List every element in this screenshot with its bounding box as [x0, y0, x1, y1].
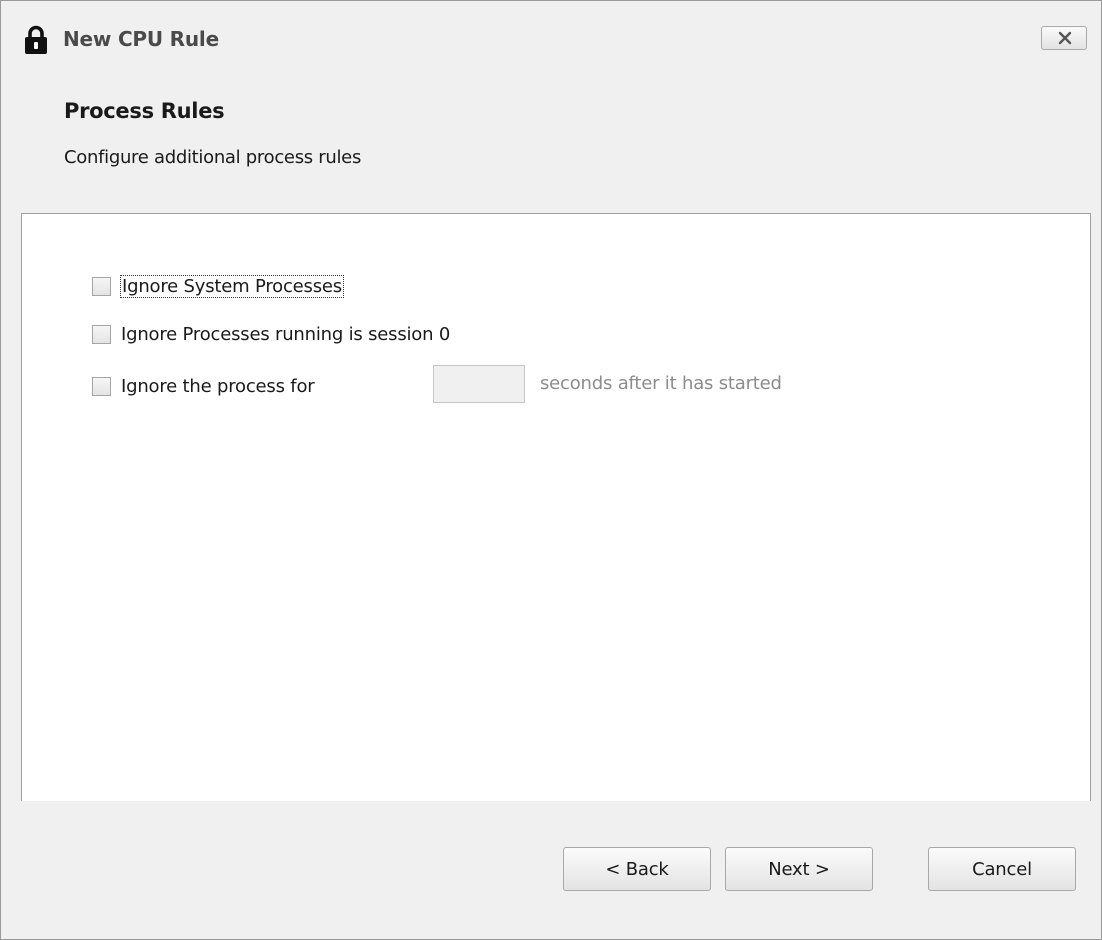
window-title: New CPU Rule	[63, 27, 219, 51]
seconds-input[interactable]	[433, 365, 525, 403]
ignore-session0-checkbox[interactable]	[92, 324, 111, 344]
ignore-system-processes-checkbox[interactable]	[92, 276, 111, 296]
ignore-session0-label[interactable]: Ignore Processes running is session 0	[121, 324, 450, 345]
page-title: Process Rules	[64, 99, 225, 123]
seconds-suffix-label: seconds after it has started	[540, 373, 782, 394]
wizard-header: Process Rules Configure additional proce…	[1, 75, 1101, 213]
title-bar: New CPU Rule	[1, 1, 1101, 75]
content-panel: Ignore System Processes Ignore Processes…	[21, 213, 1091, 803]
ignore-delay-checkbox[interactable]	[92, 376, 111, 396]
ignore-session0-option[interactable]: Ignore Processes running is session 0	[92, 320, 450, 348]
ignore-system-processes-option[interactable]: Ignore System Processes	[92, 272, 344, 300]
ignore-delay-label[interactable]: Ignore the process for	[121, 376, 315, 397]
next-button[interactable]: Next >	[725, 847, 873, 891]
wizard-footer: < Back Next > Cancel	[1, 801, 1101, 939]
close-icon	[1058, 31, 1072, 45]
back-button[interactable]: < Back	[563, 847, 711, 891]
lock-icon	[23, 25, 49, 55]
cancel-button[interactable]: Cancel	[928, 847, 1076, 891]
page-subtitle: Configure additional process rules	[64, 147, 362, 168]
ignore-delay-option[interactable]: Ignore the process for seconds after it …	[92, 365, 782, 403]
close-button[interactable]	[1041, 26, 1087, 50]
ignore-system-processes-label[interactable]: Ignore System Processes	[120, 274, 344, 298]
wizard-window: New CPU Rule Process Rules Configure add…	[0, 0, 1102, 940]
